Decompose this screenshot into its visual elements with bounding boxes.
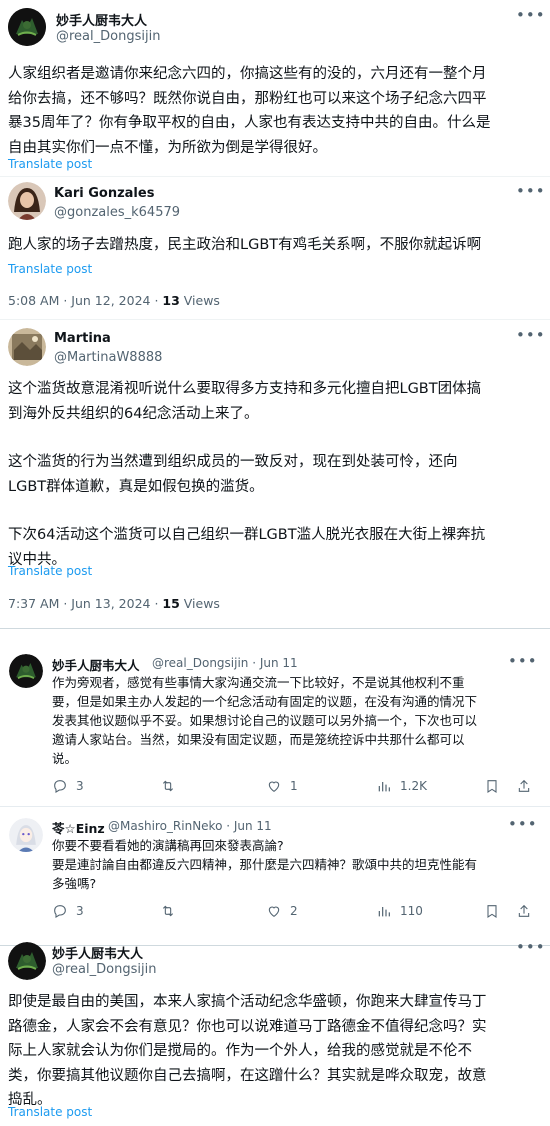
reply-text: 作为旁观者，感觉有些事情大家沟通交流一下比较好，不是说其他权利不重 要，但是如果… [52, 675, 478, 766]
retweet-button[interactable] [160, 903, 184, 919]
retweet-icon [162, 780, 174, 792]
share-icon[interactable] [516, 903, 532, 923]
author-name[interactable]: Kari Gonzales [54, 186, 154, 201]
more-options-icon[interactable]: ••• [508, 815, 538, 833]
retweet-button[interactable] [160, 778, 184, 794]
author-name[interactable]: 苓☆Einz [52, 818, 105, 837]
more-options-icon[interactable]: ••• [516, 938, 546, 956]
author-handle[interactable]: @real_Dongsijin [52, 962, 156, 977]
like-button[interactable]: 2 [266, 903, 298, 919]
bookmark-icon[interactable] [484, 903, 500, 923]
avatar[interactable] [9, 654, 43, 688]
author-handle[interactable]: @real_Dongsijin · Jun 11 [152, 656, 298, 670]
like-icon [268, 906, 280, 917]
author-handle[interactable]: @gonzales_k64579 [54, 205, 180, 220]
retweet-icon [162, 905, 174, 917]
views-icon [378, 782, 390, 792]
views-icon [378, 907, 390, 917]
author-handle[interactable]: @Mashiro_RinNeko · Jun 11 [108, 819, 272, 833]
reply-button[interactable]: 3 [52, 778, 84, 794]
translate-post-link[interactable]: Translate post [8, 262, 92, 276]
bookmark-icon[interactable] [484, 778, 500, 798]
more-options-icon[interactable]: ••• [508, 652, 538, 670]
reply-button[interactable]: 3 [52, 903, 84, 919]
views-button[interactable]: 1.2K [376, 778, 427, 794]
post-timestamp[interactable]: 5:08 AM · Jun 12, 2024 · 13 Views [8, 293, 220, 308]
translate-post-link[interactable]: Translate post [8, 564, 92, 578]
more-options-icon[interactable]: ••• [516, 6, 546, 24]
avatar[interactable] [8, 182, 46, 220]
reply-icon [54, 780, 66, 793]
tweet-text: 这个滥货故意混淆视听说什么要取得多方支持和多元化擅自把LGBT团体搞 到海外反共… [8, 381, 486, 568]
views-button[interactable]: 110 [376, 903, 423, 919]
reply-text: 你要不要看看她的演講稿再回來發表高論? 要是連討論自由都違反六四精神，那什麼是六… [52, 838, 478, 891]
tweet-text: 人家组织者是邀请你来纪念六四的，你搞这些有的没的，六月还有一整个月 给你去搞，还… [8, 66, 491, 156]
more-options-icon[interactable]: ••• [516, 326, 546, 344]
avatar[interactable] [8, 328, 46, 366]
author-handle[interactable]: @MartinaW8888 [54, 350, 162, 365]
author-name[interactable]: Martina [54, 331, 111, 346]
more-options-icon[interactable]: ••• [516, 182, 546, 200]
author-name[interactable]: 妙手人厨韦大人 [52, 943, 143, 962]
like-icon [268, 781, 280, 792]
share-icon[interactable] [516, 778, 532, 798]
post-timestamp[interactable]: 7:37 AM · Jun 13, 2024 · 15 Views [8, 596, 220, 611]
avatar[interactable] [8, 8, 46, 46]
author-handle[interactable]: @real_Dongsijin [56, 29, 160, 44]
avatar[interactable] [8, 942, 46, 980]
like-button[interactable]: 1 [266, 778, 298, 794]
tweet-text: 即使是最自由的美国，本来人家搞个活动纪念华盛顿，你跑来大肆宣传马丁 路德金，人家… [8, 994, 487, 1108]
author-name[interactable]: 妙手人厨韦大人 [56, 10, 147, 29]
translate-post-link[interactable]: Translate post [8, 157, 92, 171]
author-name[interactable]: 妙手人厨韦大人 [52, 655, 140, 674]
avatar[interactable] [9, 818, 43, 852]
reply-icon [54, 905, 66, 918]
translate-post-link[interactable]: Translate post [8, 1105, 92, 1119]
tweet-text: 跑人家的场子去蹭热度，民主政治和LGBT有鸡毛关系啊，不服你就起诉啊 [8, 237, 482, 253]
